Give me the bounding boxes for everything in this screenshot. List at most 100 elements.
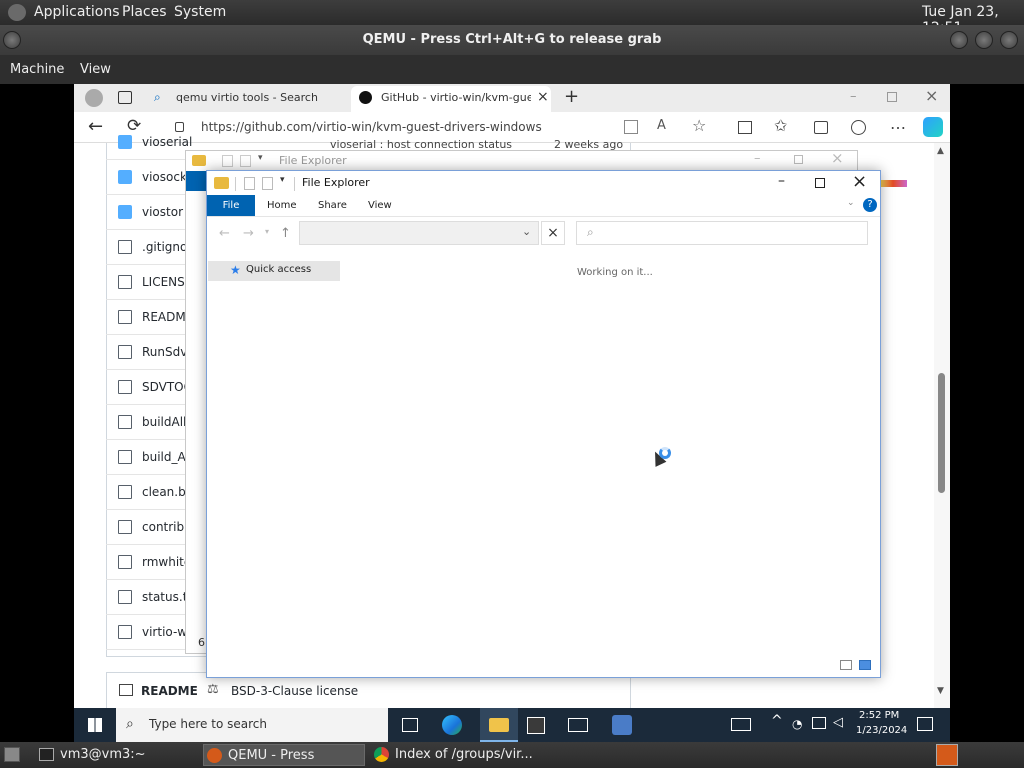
repo-file-name[interactable]: rmwhite (142, 555, 191, 569)
taskbar-item-chrome[interactable]: Index of /groups/vir... (371, 744, 551, 766)
repo-file-name[interactable]: buildAll. (142, 415, 190, 429)
machine-menu[interactable]: Machine (10, 62, 64, 77)
new-tab-button[interactable]: + (564, 86, 579, 107)
restore-icon[interactable] (887, 92, 897, 102)
back-arrow-icon[interactable]: ← (219, 226, 230, 241)
page-scrollbar[interactable]: ▲ ▼ (934, 143, 950, 713)
windows-start-icon[interactable] (88, 718, 102, 732)
readme-tab[interactable]: README (141, 684, 198, 698)
repo-file-name[interactable]: vioserial (142, 135, 192, 149)
file-tab-back[interactable] (186, 171, 208, 191)
guest-display[interactable]: ⌕ qemu virtio tools - Search × GitHub - … (74, 84, 950, 742)
show-desktop-icon[interactable] (4, 747, 20, 762)
taskbar-item-qemu[interactable]: QEMU - Press Ctrl+... (203, 744, 365, 766)
expand-ribbon-icon[interactable]: ⌄ (847, 198, 855, 208)
network-icon[interactable] (812, 717, 826, 729)
close-icon[interactable]: × (831, 149, 844, 167)
qat-newfolder-icon[interactable] (240, 155, 251, 167)
qat-newfolder-icon[interactable] (262, 177, 273, 190)
qemu-tray-icon[interactable] (936, 744, 958, 766)
ribbon-tab-view[interactable]: View (368, 200, 392, 211)
profile-avatar[interactable] (85, 89, 103, 107)
search-input[interactable]: ⌕ (576, 221, 868, 245)
address-bar[interactable]: ⌄ (299, 221, 539, 245)
edge-taskbar-icon[interactable] (442, 715, 462, 735)
taskbar-time[interactable]: 2:52 PM (859, 710, 899, 721)
help-icon[interactable]: ? (863, 198, 877, 212)
stop-loading-button[interactable]: × (541, 221, 565, 245)
collections-icon[interactable] (814, 121, 828, 134)
repo-file-name[interactable]: virtio-wi (142, 625, 190, 639)
terminal-item-label: vm3@vm3:~ (60, 747, 146, 762)
repo-file-name[interactable]: READMI (142, 310, 189, 324)
maximize-icon[interactable] (815, 178, 825, 188)
repo-file-name[interactable]: build_Al (142, 450, 189, 464)
qemu-window-menu-button[interactable] (3, 31, 21, 49)
file-explorer-taskbar-icon[interactable] (480, 708, 518, 742)
notification-icon[interactable] (917, 717, 933, 731)
browser-essentials-icon[interactable] (851, 120, 866, 135)
ribbon-tab-share[interactable]: Share (318, 200, 347, 211)
system-menu[interactable]: System (174, 4, 226, 20)
scroll-down-arrow[interactable]: ▼ (937, 686, 944, 696)
scroll-up-arrow[interactable]: ▲ (937, 146, 944, 156)
taskbar-date[interactable]: 1/23/2024 (856, 725, 907, 736)
quick-access-item[interactable]: ★ Quick access (208, 261, 340, 281)
qat-properties-icon[interactable] (244, 177, 255, 190)
qemu-item-label: QEMU - Press Ctrl+... (228, 748, 315, 763)
up-arrow-icon[interactable]: ↑ (280, 226, 291, 241)
meet-now-icon[interactable]: ◔ (792, 717, 802, 731)
minimize-icon[interactable]: – (778, 173, 785, 189)
qat-dropdown-icon[interactable]: ▾ (258, 153, 263, 163)
favorite-star-icon[interactable]: ☆ (692, 116, 706, 135)
back-arrow-icon[interactable]: ← (88, 116, 103, 137)
mail-icon[interactable] (568, 718, 588, 732)
app-taskbar-icon[interactable] (612, 715, 632, 735)
store-icon[interactable] (527, 717, 545, 734)
recent-locations-icon[interactable]: ▾ (265, 227, 269, 236)
close-tab-icon[interactable]: × (537, 89, 549, 105)
split-screen-icon[interactable] (738, 121, 752, 134)
minimize-icon[interactable]: – (754, 151, 761, 166)
close-icon[interactable]: × (852, 171, 867, 192)
maximize-icon[interactable] (794, 155, 803, 164)
keyboard-icon[interactable] (731, 718, 751, 731)
gnome-foot-icon[interactable] (8, 4, 26, 21)
taskbar-search-placeholder: Type here to search (149, 717, 267, 731)
read-aloud-icon[interactable]: A (657, 118, 666, 133)
file-explorer-window[interactable]: ▾ File Explorer – × File Home Share View… (206, 170, 881, 678)
repo-file-name[interactable]: viostor (142, 205, 183, 219)
tab-search[interactable]: ⌕ qemu virtio tools - Search × (148, 86, 418, 112)
tab-github[interactable]: GitHub - virtio-win/kvm-guest-d × (351, 86, 551, 112)
places-menu[interactable]: Places (122, 4, 167, 20)
copilot-icon[interactable] (923, 117, 943, 137)
volume-icon[interactable]: ◁ (833, 715, 843, 730)
qat-dropdown-icon[interactable]: ▾ (280, 175, 285, 185)
taskbar-search-box[interactable]: ⌕ Type here to search (116, 708, 388, 742)
license-tab[interactable]: BSD-3-Clause license (231, 684, 358, 698)
task-view-icon[interactable] (402, 718, 418, 732)
repo-file-name[interactable]: viosock (142, 170, 187, 184)
qat-properties-icon[interactable] (222, 155, 233, 167)
qemu-minimize-button[interactable] (950, 31, 968, 49)
view-menu[interactable]: View (80, 62, 111, 77)
scroll-thumb[interactable] (938, 373, 945, 493)
tab-actions-icon[interactable] (118, 91, 132, 104)
ribbon-tab-home[interactable]: Home (267, 200, 297, 211)
show-hidden-icons[interactable]: ^ (771, 713, 783, 729)
minimize-icon[interactable]: – (850, 89, 857, 104)
large-icons-view-icon[interactable] (859, 660, 871, 670)
more-options-icon[interactable]: … (890, 114, 906, 133)
pin-star-icon: ★ (230, 263, 241, 277)
details-view-icon[interactable] (840, 660, 852, 670)
taskbar-item-terminal[interactable]: vm3@vm3:~ (36, 744, 198, 766)
forward-arrow-icon[interactable]: → (243, 226, 254, 241)
close-window-icon[interactable]: × (925, 86, 938, 105)
qemu-maximize-button[interactable] (975, 31, 993, 49)
qemu-close-button[interactable] (1000, 31, 1018, 49)
address-dropdown-icon[interactable]: ⌄ (522, 225, 531, 238)
applications-menu[interactable]: Applications (34, 4, 120, 20)
favorites-icon[interactable]: ✩ (774, 116, 787, 135)
ribbon-tab-file[interactable]: File (207, 195, 255, 216)
repo-file-name[interactable]: RunSdv. (142, 345, 190, 359)
